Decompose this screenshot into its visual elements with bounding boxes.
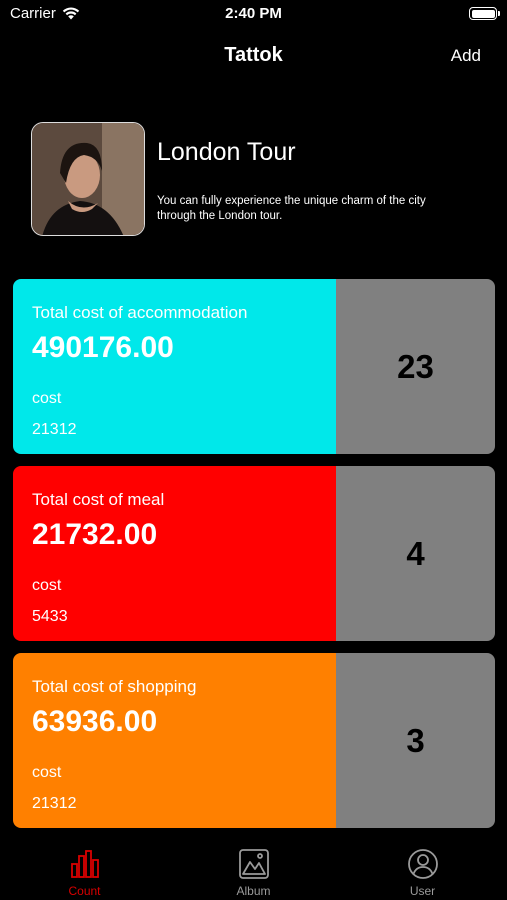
card-count: 4 (406, 534, 425, 572)
user-icon (407, 849, 438, 879)
card-amount: 63936.00 (32, 705, 158, 738)
tab-label: Album (236, 884, 271, 898)
accommodation-card[interactable]: Total cost of accommodation 490176.00 co… (13, 279, 495, 454)
card-cost-value: 21312 (32, 795, 77, 812)
card-info-panel: Total cost of accommodation 490176.00 co… (13, 279, 336, 454)
card-count-panel: 23 (336, 279, 495, 454)
meal-card[interactable]: Total cost of meal 21732.00 cost 5433 4 (13, 466, 495, 641)
avatar (31, 122, 145, 236)
card-cost-value: 5433 (32, 608, 68, 625)
status-bar: Carrier 2:40 PM (0, 0, 507, 28)
avatar-photo (32, 123, 144, 235)
bar-chart-icon (70, 850, 99, 878)
tab-album[interactable]: Album (169, 840, 338, 900)
image-icon (238, 849, 269, 879)
card-cost-label: cost (32, 577, 62, 594)
navigation-bar: Tattok Add (0, 38, 507, 72)
card-count: 3 (406, 721, 425, 759)
card-amount: 21732.00 (32, 518, 158, 551)
card-count-panel: 3 (336, 653, 495, 828)
card-cost-label: cost (32, 764, 62, 781)
card-count-panel: 4 (336, 466, 495, 641)
page-title: Tattok (224, 44, 283, 66)
card-count: 23 (397, 347, 434, 385)
tab-count[interactable]: Count (0, 840, 169, 900)
tour-profile: London Tour You can fully experience the… (31, 122, 481, 236)
shopping-card[interactable]: Total cost of shopping 63936.00 cost 213… (13, 653, 495, 828)
card-cost-label: cost (32, 390, 62, 407)
card-label: Total cost of accommodation (32, 303, 248, 322)
card-label: Total cost of meal (32, 490, 165, 509)
tour-title: London Tour (157, 138, 296, 166)
status-time: 2:40 PM (225, 5, 282, 22)
card-info-panel: Total cost of meal 21732.00 cost 5433 (13, 466, 336, 641)
tab-bar: Count Album User (0, 840, 507, 900)
add-button[interactable]: Add (451, 46, 481, 66)
card-info-panel: Total cost of shopping 63936.00 cost 213… (13, 653, 336, 828)
battery-icon (469, 7, 500, 20)
tab-label: Count (68, 884, 101, 898)
tour-description: You can fully experience the unique char… (157, 195, 426, 222)
tab-label: User (409, 884, 436, 898)
tab-user[interactable]: User (338, 840, 507, 900)
card-cost-value: 21312 (32, 421, 77, 438)
card-amount: 490176.00 (32, 331, 174, 364)
card-label: Total cost of shopping (32, 677, 197, 696)
